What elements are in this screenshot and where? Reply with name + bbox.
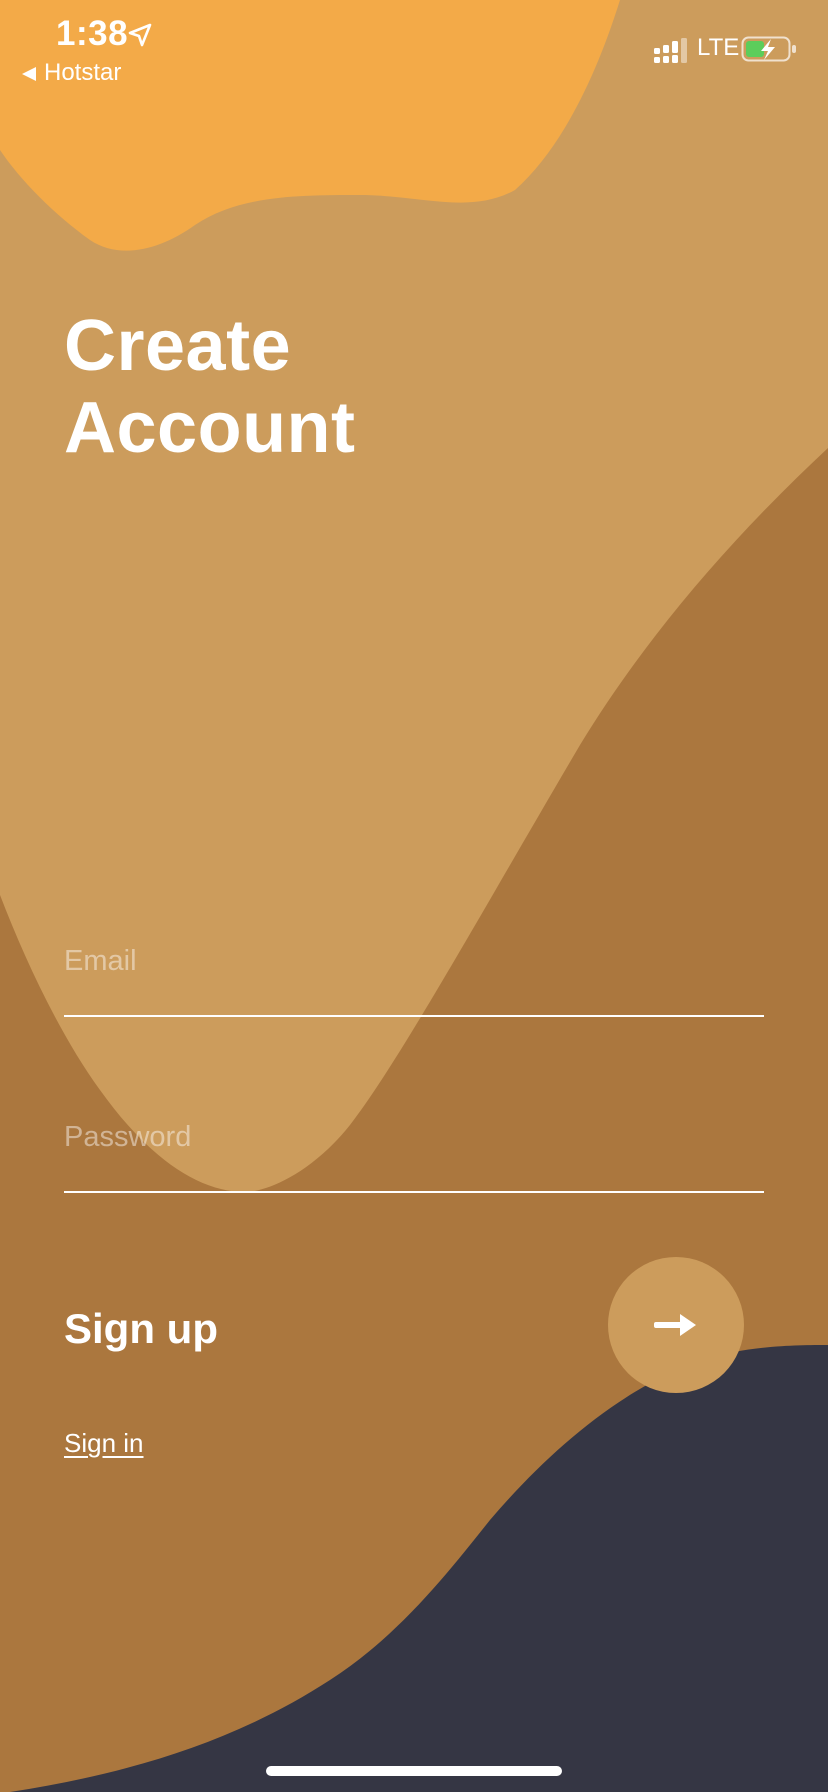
signup-heading: Sign up (64, 1305, 218, 1352)
password-field[interactable]: Password (64, 1121, 764, 1193)
signin-link[interactable]: Sign in (64, 1428, 144, 1459)
back-to-app-link[interactable]: Hotstar (44, 59, 121, 87)
password-underline (64, 1191, 764, 1193)
email-underline (64, 1015, 764, 1017)
home-indicator[interactable] (266, 1766, 562, 1776)
password-placeholder: Password (64, 1121, 192, 1153)
status-time: 1:38 (56, 14, 129, 53)
page-title: Create Account (64, 305, 664, 469)
network-type: LTE (697, 34, 740, 61)
title-line-1: Create (64, 306, 292, 386)
title-line-2: Account (64, 388, 356, 468)
back-arrow-icon[interactable] (20, 66, 38, 82)
signup-submit-button[interactable] (608, 1257, 744, 1393)
battery-charging-icon (741, 36, 796, 62)
signal-icon (654, 38, 687, 63)
location-arrow-icon (128, 23, 152, 47)
background-shapes (0, 0, 828, 1792)
email-placeholder: Email (64, 945, 137, 977)
email-field[interactable]: Email (64, 945, 764, 1017)
status-bar: 1:38 Hotstar LTE (0, 0, 828, 100)
arrow-right-icon (654, 1314, 696, 1336)
